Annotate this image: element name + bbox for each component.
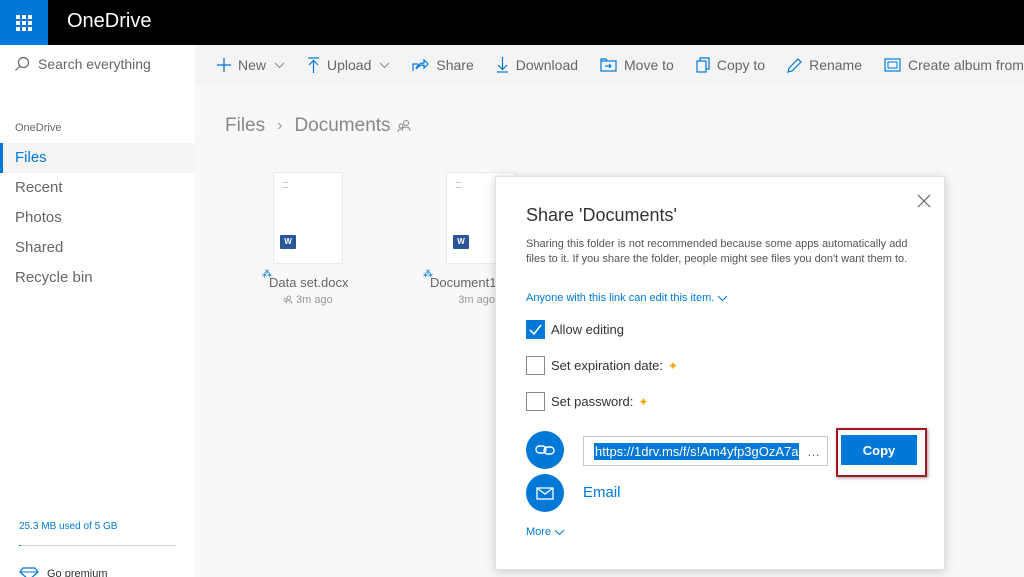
get-link-button[interactable]: [526, 431, 564, 469]
file-meta: 3m ago: [454, 294, 495, 306]
password-option[interactable]: Set password: ✦: [526, 392, 648, 411]
document-preview-lines: [456, 182, 461, 188]
create-album-label: Create album from folder: [908, 57, 1024, 73]
storage-bar-fill: [19, 545, 21, 546]
command-bar: New Upload Share Download Move to Copy t…: [195, 45, 1024, 85]
expiration-option[interactable]: Set expiration date: ✦: [526, 356, 678, 375]
allow-editing-option[interactable]: Allow editing: [526, 320, 624, 339]
more-options-link[interactable]: More: [526, 526, 565, 538]
email-link[interactable]: Email: [583, 484, 621, 501]
file-name[interactable]: Document1: [430, 275, 495, 290]
premium-star-icon: ✦: [638, 394, 649, 409]
app-launcher-button[interactable]: [0, 0, 48, 45]
sidebar-item-photos[interactable]: Photos: [0, 203, 195, 233]
pencil-icon: [787, 57, 802, 73]
diamond-icon: [19, 567, 39, 577]
search-icon: [15, 56, 30, 71]
move-to-label: Move to: [624, 57, 674, 73]
copy-to-label: Copy to: [716, 57, 766, 73]
permission-dropdown[interactable]: Anyone with this link can edit this item…: [526, 292, 728, 304]
dialog-title: Share 'Documents': [526, 205, 677, 225]
email-share-button[interactable]: [526, 474, 564, 512]
file-meta: 3m ago: [282, 294, 333, 306]
breadcrumb: Files › Documents: [225, 115, 411, 137]
rename-button[interactable]: Rename: [787, 57, 862, 73]
document-preview-lines: [283, 182, 288, 188]
rename-label: Rename: [809, 57, 862, 73]
album-icon: [884, 58, 901, 72]
allow-editing-checkbox[interactable]: [526, 320, 545, 339]
expiration-label: Set expiration date:: [551, 358, 664, 373]
new-button[interactable]: New: [217, 57, 285, 73]
mail-icon: [536, 486, 554, 500]
ellipsis-icon: …: [807, 443, 820, 459]
sidebar: Search everything OneDrive Files Recent …: [0, 45, 195, 577]
sidebar-item-shared[interactable]: Shared: [0, 233, 195, 263]
upload-button[interactable]: Upload: [307, 57, 390, 73]
plus-icon: [217, 58, 231, 72]
link-icon: [535, 445, 555, 455]
go-premium-label[interactable]: Go premium: [47, 568, 108, 577]
new-label: New: [238, 57, 267, 73]
shared-people-icon: [454, 299, 456, 301]
copy-button[interactable]: Copy: [841, 435, 917, 465]
password-checkbox[interactable]: [526, 392, 545, 411]
checkmark-icon: [529, 324, 542, 335]
allow-editing-label: Allow editing: [551, 322, 624, 337]
chevron-down-icon: [380, 62, 390, 68]
file-modified-time: 3m ago: [296, 294, 333, 306]
close-icon: [917, 194, 931, 208]
search-box[interactable]: Search everything: [14, 56, 151, 72]
sidebar-item-files[interactable]: Files: [0, 143, 195, 173]
copy-to-button[interactable]: Copy to: [696, 57, 765, 73]
file-name[interactable]: Data set.docx: [269, 275, 349, 290]
sidebar-item-recycle-bin[interactable]: Recycle bin: [0, 263, 195, 293]
storage-usage-link[interactable]: 25.3 MB used of 5 GB: [19, 521, 117, 532]
breadcrumb-files[interactable]: Files: [225, 115, 265, 137]
download-label: Download: [515, 57, 579, 73]
app-title[interactable]: OneDrive: [67, 10, 151, 33]
chevron-down-icon: [554, 529, 565, 535]
more-label: More: [526, 526, 552, 538]
share-label: Share: [436, 57, 474, 73]
file-modified-time: 3m ago: [458, 294, 495, 306]
move-to-button[interactable]: Move to: [600, 57, 674, 73]
search-placeholder[interactable]: Search everything: [38, 56, 151, 72]
sidebar-item-recent[interactable]: Recent: [0, 173, 195, 203]
premium-star-icon: ✦: [668, 358, 679, 373]
upload-label: Upload: [327, 57, 372, 73]
close-button[interactable]: [914, 191, 934, 211]
share-button[interactable]: Share: [412, 57, 474, 73]
download-button[interactable]: Download: [496, 57, 578, 73]
top-bar: OneDrive: [0, 0, 1024, 45]
upload-icon: [308, 57, 320, 73]
share-link-value[interactable]: https://1drv.ms/f/s!Am4yfp3gOzA7a: [594, 442, 799, 460]
share-link-field[interactable]: https://1drv.ms/f/s!Am4yfp3gOzA7a …: [583, 436, 828, 466]
copy-to-icon: [696, 57, 710, 73]
password-label: Set password:: [551, 394, 634, 409]
word-icon: W: [280, 235, 296, 249]
dialog-description: Sharing this folder is not recommended b…: [526, 238, 908, 265]
shared-people-icon: [397, 120, 411, 133]
create-album-button[interactable]: Create album from folder: [884, 57, 1024, 73]
word-icon: W: [453, 235, 469, 249]
shared-people-icon: [283, 295, 293, 304]
waffle-icon: [16, 14, 32, 31]
chevron-right-icon: ›: [277, 117, 283, 134]
permission-link-label: Anyone with this link can edit this item…: [526, 292, 715, 304]
share-dialog: Share 'Documents' Sharing this folder is…: [495, 176, 945, 570]
file-thumbnail[interactable]: W: [273, 172, 343, 264]
move-to-icon: [600, 58, 617, 72]
sidebar-section-label: OneDrive: [15, 122, 62, 134]
chevron-down-icon: [274, 62, 285, 68]
chevron-down-icon: [717, 295, 728, 301]
storage-bar: [19, 545, 176, 546]
go-premium-link[interactable]: Go premium: [19, 567, 108, 577]
share-icon: [412, 58, 430, 71]
expiration-checkbox[interactable]: [526, 356, 545, 375]
download-icon: [496, 57, 508, 73]
breadcrumb-current[interactable]: Documents: [294, 115, 390, 137]
